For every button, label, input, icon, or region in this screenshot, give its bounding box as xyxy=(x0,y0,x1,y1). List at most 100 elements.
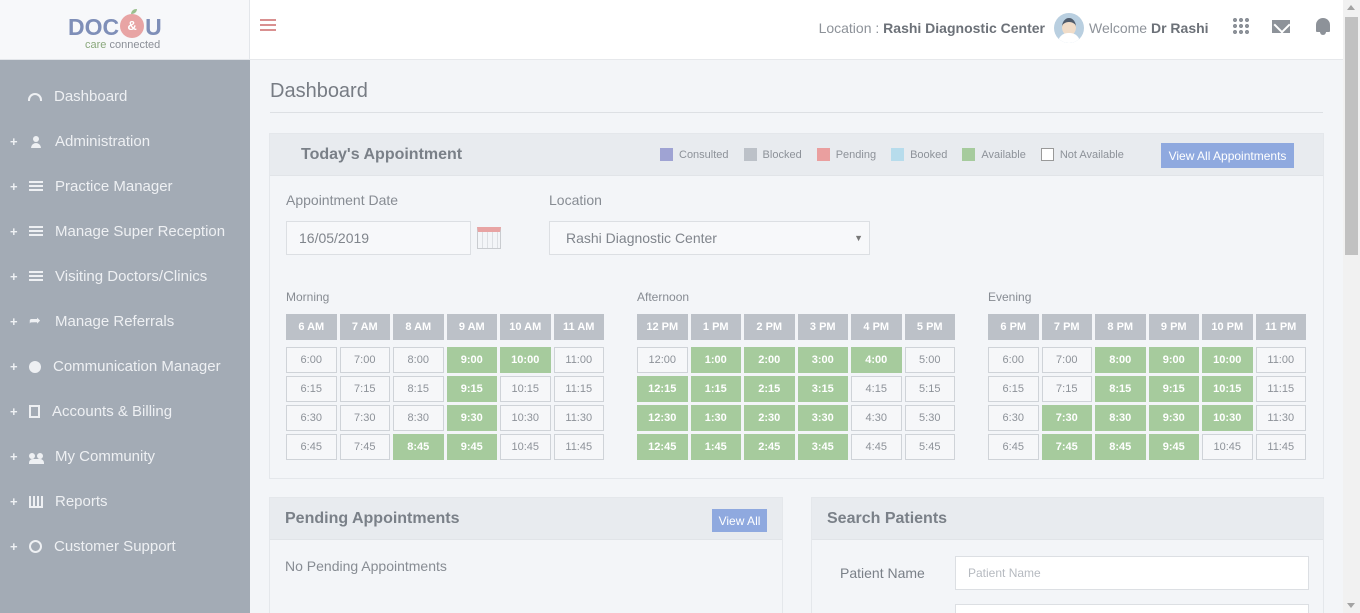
time-slot-available[interactable]: 10:15 xyxy=(1202,376,1253,402)
time-slot[interactable]: 4:45 xyxy=(851,434,902,460)
time-slot[interactable]: 7:45 xyxy=(339,434,390,460)
time-slot-available[interactable]: 10:00 xyxy=(500,347,551,373)
time-slot[interactable]: 6:15 xyxy=(988,376,1039,402)
time-slot[interactable]: 10:30 xyxy=(500,405,551,431)
time-slot[interactable]: 7:00 xyxy=(339,347,390,373)
view-all-appointments-button[interactable]: View All Appointments xyxy=(1161,143,1294,168)
time-slot-available[interactable]: 1:30 xyxy=(690,405,741,431)
time-slot[interactable]: 11:45 xyxy=(553,434,604,460)
time-slot[interactable]: 4:30 xyxy=(851,405,902,431)
sidebar-item-accounts-billing[interactable]: + Accounts & Billing xyxy=(0,389,250,434)
time-slot-available[interactable]: 9:45 xyxy=(1148,434,1199,460)
time-slot[interactable]: 6:00 xyxy=(988,347,1039,373)
time-slot-available[interactable]: 2:30 xyxy=(744,405,795,431)
time-slot[interactable]: 12:00 xyxy=(637,347,688,373)
time-slot[interactable]: 5:45 xyxy=(904,434,955,460)
patient-name-input[interactable] xyxy=(955,556,1309,590)
time-slot[interactable]: 6:45 xyxy=(988,434,1039,460)
time-slot[interactable]: 8:30 xyxy=(393,405,444,431)
time-slot[interactable]: 6:15 xyxy=(286,376,337,402)
time-slot-available[interactable]: 9:15 xyxy=(446,376,497,402)
sidebar-item-manage-super-reception[interactable]: + Manage Super Reception xyxy=(0,209,250,254)
time-slot-available[interactable]: 8:45 xyxy=(1095,434,1146,460)
expand-plus-icon[interactable]: + xyxy=(10,314,20,329)
time-slot-available[interactable]: 8:00 xyxy=(1095,347,1146,373)
time-slot-available[interactable]: 12:30 xyxy=(637,405,688,431)
time-slot-available[interactable]: 2:15 xyxy=(744,376,795,402)
sidebar-item-visiting-doctors-clinics[interactable]: + Visiting Doctors/Clinics xyxy=(0,254,250,299)
time-slot-available[interactable]: 10:00 xyxy=(1202,347,1253,373)
sidebar-item-customer-support[interactable]: + Customer Support xyxy=(0,524,250,569)
hamburger-menu-icon[interactable] xyxy=(260,19,276,33)
expand-plus-icon[interactable]: + xyxy=(10,179,20,194)
time-slot-available[interactable]: 8:15 xyxy=(1095,376,1146,402)
calendar-icon[interactable] xyxy=(477,227,501,249)
time-slot-available[interactable]: 12:45 xyxy=(637,434,688,460)
time-slot[interactable]: 10:45 xyxy=(500,434,551,460)
time-slot[interactable]: 8:00 xyxy=(393,347,444,373)
time-slot-available[interactable]: 9:30 xyxy=(446,405,497,431)
time-slot[interactable]: 4:15 xyxy=(851,376,902,402)
time-slot[interactable]: 6:30 xyxy=(988,405,1039,431)
time-slot[interactable]: 10:15 xyxy=(500,376,551,402)
time-slot[interactable]: 11:30 xyxy=(1255,405,1306,431)
time-slot[interactable]: 5:15 xyxy=(904,376,955,402)
time-slot[interactable]: 11:45 xyxy=(1255,434,1306,460)
time-slot[interactable]: 7:15 xyxy=(1041,376,1092,402)
mail-icon[interactable] xyxy=(1272,20,1290,33)
sidebar-item-communication-manager[interactable]: + Communication Manager xyxy=(0,344,250,389)
bell-icon[interactable] xyxy=(1316,18,1330,35)
time-slot-available[interactable]: 2:45 xyxy=(744,434,795,460)
time-slot[interactable]: 6:45 xyxy=(286,434,337,460)
sidebar-item-my-community[interactable]: + My Community xyxy=(0,434,250,479)
time-slot-available[interactable]: 9:15 xyxy=(1148,376,1199,402)
page-scrollbar[interactable] xyxy=(1343,0,1360,613)
time-slot-available[interactable]: 1:00 xyxy=(690,347,741,373)
apps-grid-icon[interactable] xyxy=(1232,17,1250,35)
time-slot[interactable]: 11:00 xyxy=(553,347,604,373)
time-slot[interactable]: 6:30 xyxy=(286,405,337,431)
time-slot-available[interactable]: 12:15 xyxy=(637,376,688,402)
scroll-up-arrow-icon[interactable] xyxy=(1347,5,1355,10)
expand-plus-icon[interactable]: + xyxy=(10,404,20,419)
time-slot-available[interactable]: 3:30 xyxy=(797,405,848,431)
time-slot[interactable]: 7:15 xyxy=(339,376,390,402)
time-slot[interactable]: 11:00 xyxy=(1255,347,1306,373)
expand-plus-icon[interactable]: + xyxy=(10,359,20,374)
time-slot-available[interactable]: 4:00 xyxy=(851,347,902,373)
time-slot[interactable]: 8:15 xyxy=(393,376,444,402)
sidebar-item-dashboard[interactable]: Dashboard xyxy=(0,74,250,119)
time-slot-available[interactable]: 7:45 xyxy=(1041,434,1092,460)
expand-plus-icon[interactable]: + xyxy=(10,494,20,509)
time-slot-available[interactable]: 9:30 xyxy=(1148,405,1199,431)
time-slot-available[interactable]: 8:45 xyxy=(393,434,444,460)
expand-plus-icon[interactable]: + xyxy=(10,224,20,239)
time-slot[interactable]: 5:30 xyxy=(904,405,955,431)
sidebar-item-practice-manager[interactable]: + Practice Manager xyxy=(0,164,250,209)
time-slot-available[interactable]: 3:00 xyxy=(797,347,848,373)
time-slot[interactable]: 11:15 xyxy=(1255,376,1306,402)
appointment-date-input[interactable]: 16/05/2019 xyxy=(286,221,471,255)
time-slot[interactable]: 11:30 xyxy=(553,405,604,431)
sidebar-item-administration[interactable]: + Administration xyxy=(0,119,250,164)
expand-plus-icon[interactable]: + xyxy=(10,134,20,149)
time-slot-available[interactable]: 9:00 xyxy=(1148,347,1199,373)
time-slot-available[interactable]: 3:45 xyxy=(797,434,848,460)
sidebar-item-manage-referrals[interactable]: + Manage Referrals xyxy=(0,299,250,344)
time-slot[interactable]: 5:00 xyxy=(904,347,955,373)
time-slot[interactable]: 7:00 xyxy=(1041,347,1092,373)
time-slot[interactable]: 10:45 xyxy=(1202,434,1253,460)
time-slot-available[interactable]: 9:00 xyxy=(446,347,497,373)
sidebar-item-reports[interactable]: + Reports xyxy=(0,479,250,524)
expand-plus-icon[interactable]: + xyxy=(10,449,20,464)
logo[interactable]: DOC & U care connected xyxy=(0,0,250,60)
expand-plus-icon[interactable]: + xyxy=(10,269,20,284)
time-slot-available[interactable]: 2:00 xyxy=(744,347,795,373)
time-slot-available[interactable]: 1:45 xyxy=(690,434,741,460)
time-slot-available[interactable]: 9:45 xyxy=(446,434,497,460)
avatar[interactable] xyxy=(1054,13,1084,43)
time-slot[interactable]: 11:15 xyxy=(553,376,604,402)
time-slot[interactable]: 7:30 xyxy=(339,405,390,431)
expand-plus-icon[interactable]: + xyxy=(10,539,20,554)
time-slot-available[interactable]: 3:15 xyxy=(797,376,848,402)
